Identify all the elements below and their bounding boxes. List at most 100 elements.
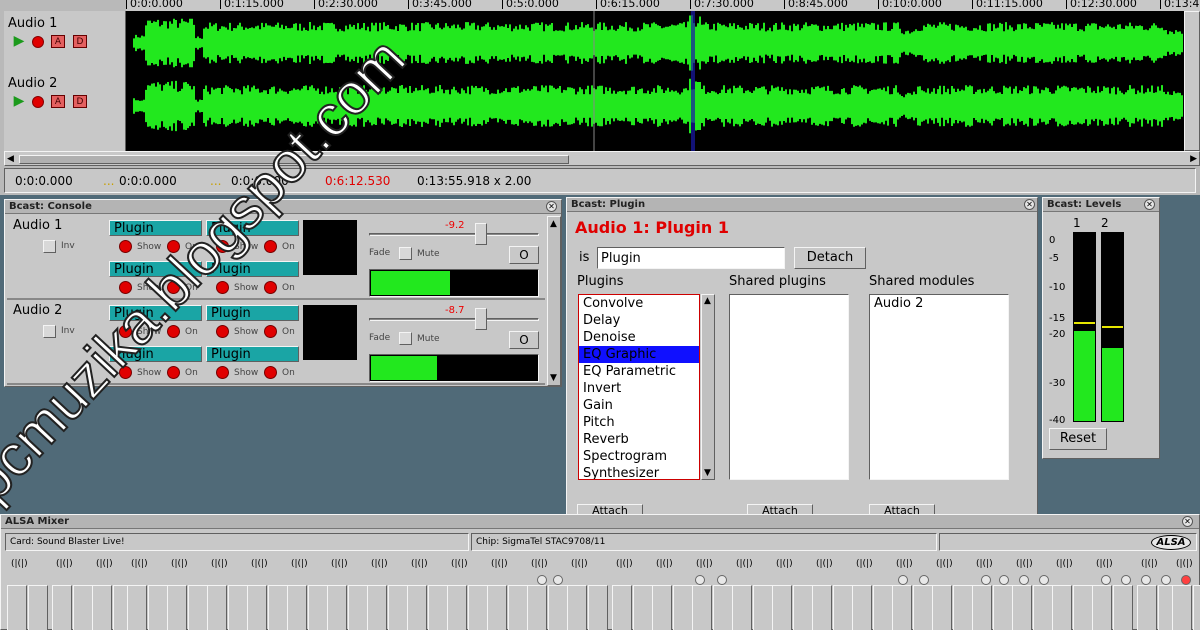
mixer-fader[interactable] xyxy=(207,585,227,630)
shared-plugins-list[interactable] xyxy=(729,294,849,480)
levels-titlebar[interactable]: Bcast: Levels xyxy=(1043,198,1159,212)
mixer-fader[interactable] xyxy=(247,585,267,630)
mixer-fader[interactable] xyxy=(1052,585,1072,630)
mixer-stereo-toggle[interactable]: (|(|) xyxy=(856,559,873,569)
mixer-fader[interactable] xyxy=(52,585,72,630)
close-icon[interactable]: ✕ xyxy=(1024,199,1035,210)
mixer-fader[interactable] xyxy=(127,585,147,630)
mixer-stereo-toggle[interactable]: (|(|) xyxy=(1016,559,1033,569)
scroll-up-icon[interactable]: ▲ xyxy=(704,296,711,306)
mixer-fader[interactable] xyxy=(73,585,93,630)
mixer-capture-toggle[interactable] xyxy=(717,575,727,585)
mixer-capture-toggle[interactable] xyxy=(898,575,908,585)
plugin-list-item[interactable]: EQ Graphic xyxy=(579,346,699,363)
mixer-capture-toggle[interactable] xyxy=(537,575,547,585)
play-icon[interactable]: ▶ xyxy=(12,94,26,108)
mixer-capture-toggle[interactable] xyxy=(695,575,705,585)
mixer-fader[interactable] xyxy=(148,585,168,630)
on-toggle[interactable] xyxy=(167,240,180,253)
show-toggle[interactable] xyxy=(216,366,229,379)
mixer-fader[interactable] xyxy=(28,585,48,630)
show-toggle[interactable] xyxy=(119,325,132,338)
mixer-stereo-toggle[interactable]: (|(|) xyxy=(411,559,428,569)
plugin-list-item[interactable]: Synthesizer xyxy=(579,465,699,479)
gain-slider-track[interactable] xyxy=(369,318,539,321)
mixer-capture-toggle[interactable] xyxy=(981,575,991,585)
mixer-fader[interactable] xyxy=(913,585,933,630)
console-scrollbar[interactable]: ▲ ▼ xyxy=(547,216,561,386)
scroll-down-icon[interactable]: ▼ xyxy=(704,468,711,478)
mixer-stereo-toggle[interactable]: (|(|) xyxy=(371,559,388,569)
mixer-fader[interactable] xyxy=(428,585,448,630)
mixer-fader[interactable] xyxy=(612,585,632,630)
plugin-titlebar[interactable]: Bcast: Plugin xyxy=(567,198,1037,212)
mixer-stereo-toggle[interactable]: (|(|) xyxy=(616,559,633,569)
mixer-fader[interactable] xyxy=(7,585,27,630)
mixer-fader[interactable] xyxy=(548,585,568,630)
mixer-capture-toggle[interactable] xyxy=(999,575,1009,585)
show-toggle[interactable] xyxy=(119,240,132,253)
on-toggle[interactable] xyxy=(264,366,277,379)
mixer-fader[interactable] xyxy=(447,585,467,630)
plugin-slot-3[interactable]: Plugin xyxy=(109,346,202,362)
gain-slider-track[interactable] xyxy=(369,233,539,236)
on-toggle[interactable] xyxy=(167,325,180,338)
output-button[interactable]: O xyxy=(509,331,539,349)
plugin-list-item[interactable]: Spectrogram xyxy=(579,448,699,465)
mixer-fader[interactable] xyxy=(348,585,368,630)
plugin-slot-1[interactable]: Plugin xyxy=(109,305,202,321)
mixer-stereo-toggle[interactable]: (|(|) xyxy=(1096,559,1113,569)
detach-button[interactable]: Detach xyxy=(794,247,866,269)
mixer-fader[interactable] xyxy=(892,585,912,630)
on-toggle[interactable] xyxy=(167,281,180,294)
plugin-list-item[interactable]: Gain xyxy=(579,397,699,414)
marker[interactable] xyxy=(691,11,695,151)
mixer-fader[interactable] xyxy=(268,585,288,630)
on-toggle[interactable] xyxy=(264,240,277,253)
mixer-stereo-toggle[interactable]: (|(|) xyxy=(211,559,228,569)
on-toggle[interactable] xyxy=(264,281,277,294)
mixer-fader[interactable] xyxy=(932,585,952,630)
pan-display[interactable] xyxy=(303,305,357,360)
scroll-up-icon[interactable]: ▲ xyxy=(550,219,557,229)
mixer-fader[interactable] xyxy=(753,585,773,630)
mixer-fader[interactable] xyxy=(1033,585,1053,630)
plugin-slot-3[interactable]: Plugin xyxy=(109,261,202,277)
console-titlebar[interactable]: Bcast: Console xyxy=(5,200,561,214)
mixer-stereo-toggle[interactable]: (|(|) xyxy=(531,559,548,569)
mixer-fader[interactable] xyxy=(852,585,872,630)
mixer-stereo-toggle[interactable]: (|(|) xyxy=(291,559,308,569)
mixer-fader[interactable] xyxy=(588,585,608,630)
plugin-list-item[interactable]: Convolve xyxy=(579,295,699,312)
mixer-stereo-toggle[interactable]: (|(|) xyxy=(656,559,673,569)
mixer-fader[interactable] xyxy=(1137,585,1157,630)
play-icon[interactable]: ▶ xyxy=(12,34,26,48)
close-icon[interactable]: ✕ xyxy=(546,201,557,212)
mixer-fader[interactable] xyxy=(567,585,587,630)
mixer-fader[interactable] xyxy=(167,585,187,630)
plugin-list-item[interactable]: Delay xyxy=(579,312,699,329)
mixer-fader[interactable] xyxy=(468,585,488,630)
mixer-fader[interactable] xyxy=(1092,585,1112,630)
scroll-right-icon[interactable]: ▶ xyxy=(1190,154,1197,164)
mixer-stereo-toggle[interactable]: (|(|) xyxy=(1176,559,1193,569)
plugin-slot-4[interactable]: Plugin xyxy=(206,261,299,277)
mixer-capture-toggle-active[interactable] xyxy=(1181,575,1191,585)
mixer-stereo-toggle[interactable]: (|(|) xyxy=(896,559,913,569)
mixer-capture-toggle[interactable] xyxy=(1161,575,1171,585)
mixer-stereo-toggle[interactable]: (|(|) xyxy=(491,559,508,569)
mixer-stereo-toggle[interactable]: (|(|) xyxy=(1141,559,1158,569)
scroll-down-icon[interactable]: ▼ xyxy=(550,373,557,383)
mixer-fader[interactable] xyxy=(972,585,992,630)
mixer-fader[interactable] xyxy=(388,585,408,630)
mixer-fader[interactable] xyxy=(732,585,752,630)
shared-module-item[interactable]: Audio 2 xyxy=(870,295,1008,312)
record-button[interactable] xyxy=(32,96,44,108)
on-toggle[interactable] xyxy=(167,366,180,379)
mixer-fader[interactable] xyxy=(1113,585,1133,630)
mixer-stereo-toggle[interactable]: (|(|) xyxy=(936,559,953,569)
mixer-stereo-toggle[interactable]: (|(|) xyxy=(451,559,468,569)
mixer-capture-toggle[interactable] xyxy=(1039,575,1049,585)
mixer-fader[interactable] xyxy=(407,585,427,630)
mixer-stereo-toggle[interactable]: (|(|) xyxy=(171,559,188,569)
